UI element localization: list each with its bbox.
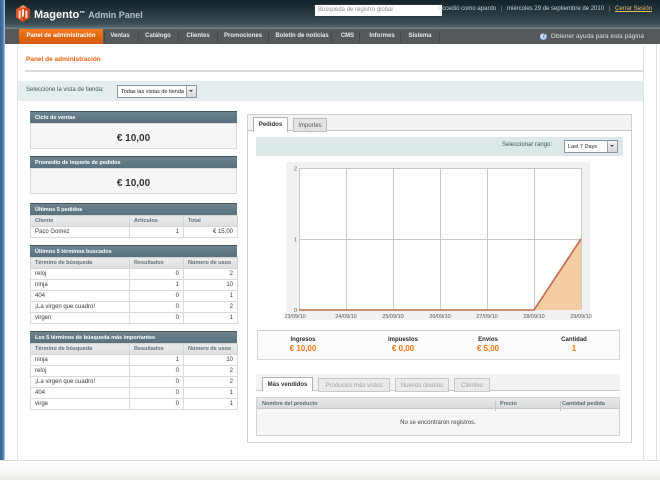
svg-text:2: 2 [294, 167, 297, 173]
svg-text:29/09/10: 29/09/10 [570, 314, 591, 320]
svg-text:26/09/10: 26/09/10 [429, 314, 450, 320]
svg-text:27/09/10: 27/09/10 [476, 314, 497, 320]
svg-text:23/09/10: 23/09/10 [284, 314, 305, 320]
svg-text:1: 1 [294, 238, 297, 244]
svg-text:24/09/10: 24/09/10 [335, 314, 356, 320]
svg-text:25/09/10: 25/09/10 [382, 314, 403, 320]
svg-text:28/09/10: 28/09/10 [523, 314, 544, 320]
